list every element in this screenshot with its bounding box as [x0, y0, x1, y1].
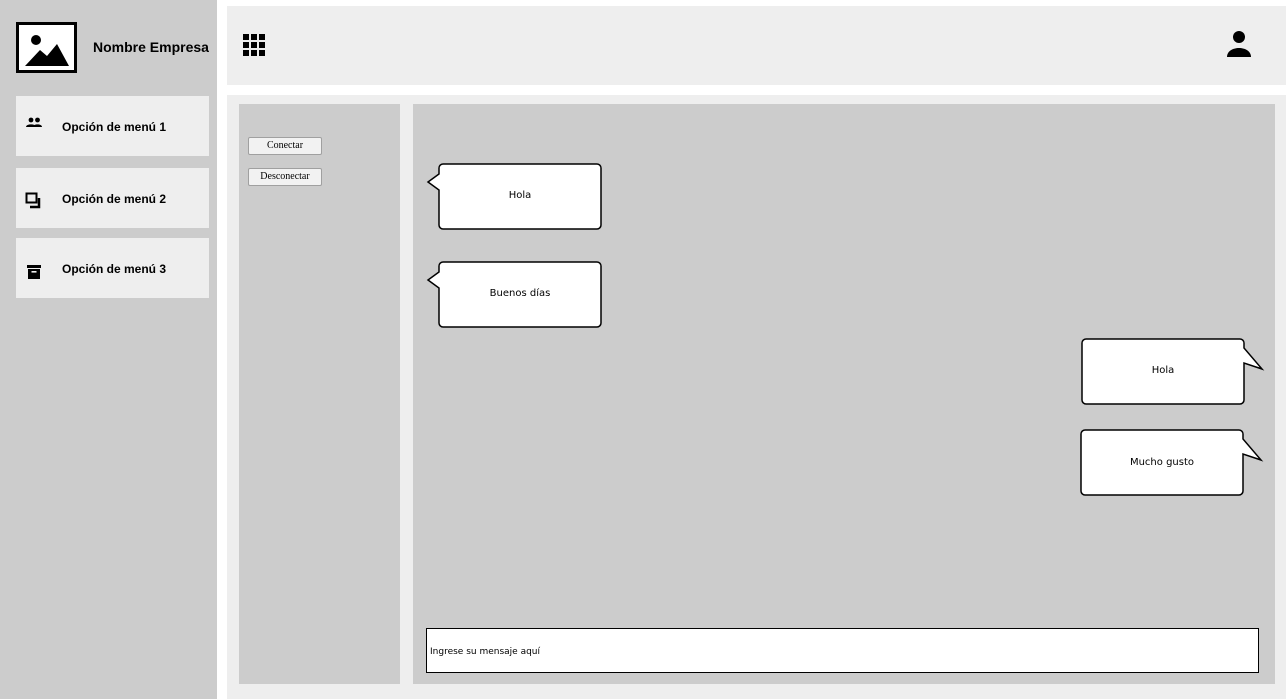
sidebar: Nombre Empresa Opción de menú 1 Opción d…: [0, 0, 217, 699]
sidebar-item-2[interactable]: Opción de menú 2: [16, 168, 209, 228]
message-input-placeholder: Ingrese su mensaje aquí: [430, 647, 540, 657]
people-icon: [26, 117, 42, 127]
company-name: Nombre Empresa: [93, 39, 209, 55]
sidebar-item-label: Opción de menú 1: [62, 120, 167, 134]
sidebar-item-1[interactable]: Opción de menú 1: [16, 96, 209, 156]
message-input[interactable]: Ingrese su mensaje aquí: [426, 628, 1259, 673]
message-text: Hola: [1151, 365, 1175, 376]
message-bubble-received: Hola: [426, 163, 603, 231]
connect-button[interactable]: Conectar: [248, 137, 322, 155]
connection-panel: Conectar Desconectar: [239, 104, 400, 684]
top-bar: [227, 6, 1286, 85]
image-icon: [25, 35, 69, 66]
sidebar-item-3[interactable]: Opción de menú 3: [16, 238, 209, 298]
user-icon[interactable]: [1227, 30, 1251, 58]
layers-icon: [25, 192, 41, 209]
sidebar-item-label: Opción de menú 3: [62, 262, 167, 276]
sidebar-item-label: Opción de menú 2: [62, 192, 167, 206]
message-bubble-received: Buenos días: [426, 261, 603, 329]
apps-grid-icon[interactable]: [243, 31, 265, 59]
disconnect-button[interactable]: Desconectar: [248, 168, 322, 186]
message-text: Buenos días: [489, 288, 551, 299]
message-text: Hola: [508, 190, 532, 201]
message-bubble-sent: Mucho gusto: [1080, 429, 1264, 497]
chat-panel: Hola Buenos días Hola Mucho gusto Ingres…: [413, 104, 1275, 684]
archive-icon: [27, 265, 41, 279]
company-logo: [16, 22, 77, 73]
message-bubble-sent: Hola: [1081, 338, 1265, 406]
message-text: Mucho gusto: [1129, 457, 1195, 468]
